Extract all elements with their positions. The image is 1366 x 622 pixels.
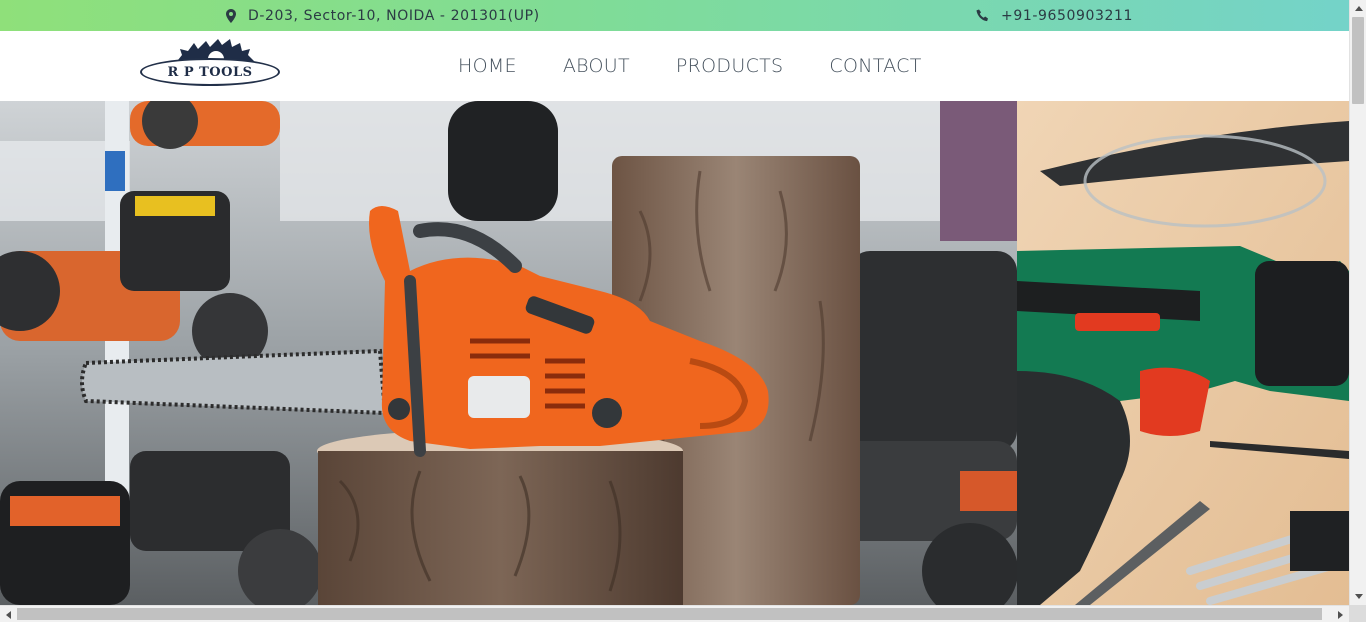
drill-photo [1017, 101, 1349, 605]
phone-info[interactable]: +91-9650903211 [976, 0, 1133, 31]
vertical-scroll-thumb[interactable] [1352, 17, 1364, 104]
nav-about[interactable]: ABOUT [563, 55, 630, 77]
phone-icon [976, 9, 989, 22]
top-info-bar: D-203, Sector-10, NOIDA - 201301(UP) +91… [0, 0, 1349, 31]
page: D-203, Sector-10, NOIDA - 201301(UP) +91… [0, 0, 1349, 605]
main-navigation: HOME ABOUT PRODUCTS CONTACT [458, 31, 922, 101]
horizontal-scroll-thumb[interactable] [17, 608, 1322, 620]
logo-badge: R P TOOLS [140, 58, 280, 86]
address-text: D-203, Sector-10, NOIDA - 201301(UP) [248, 7, 540, 24]
nav-contact[interactable]: CONTACT [829, 55, 921, 77]
nav-products[interactable]: PRODUCTS [676, 55, 783, 77]
site-header: R P TOOLS HOME ABOUT PRODUCTS CONTACT [0, 31, 1349, 101]
scroll-right-arrow-icon[interactable] [1332, 606, 1349, 622]
map-marker-icon [226, 8, 236, 23]
logo-text: R P TOOLS [167, 64, 253, 80]
scroll-up-arrow-icon[interactable] [1350, 0, 1366, 17]
scroll-down-arrow-icon[interactable] [1350, 588, 1366, 605]
phone-number[interactable]: +91-9650903211 [1001, 8, 1133, 24]
address-info: D-203, Sector-10, NOIDA - 201301(UP) [226, 0, 540, 31]
scroll-left-arrow-icon[interactable] [0, 606, 17, 622]
hero-slider[interactable] [0, 101, 1349, 605]
chainsaw-photo [0, 101, 1018, 605]
vertical-scrollbar[interactable] [1349, 0, 1366, 605]
horizontal-scrollbar[interactable] [0, 605, 1349, 622]
rp-tools-logo[interactable]: R P TOOLS [138, 35, 282, 89]
nav-home[interactable]: HOME [458, 55, 517, 77]
scrollbar-corner [1349, 605, 1366, 622]
hero-image [0, 101, 1349, 605]
